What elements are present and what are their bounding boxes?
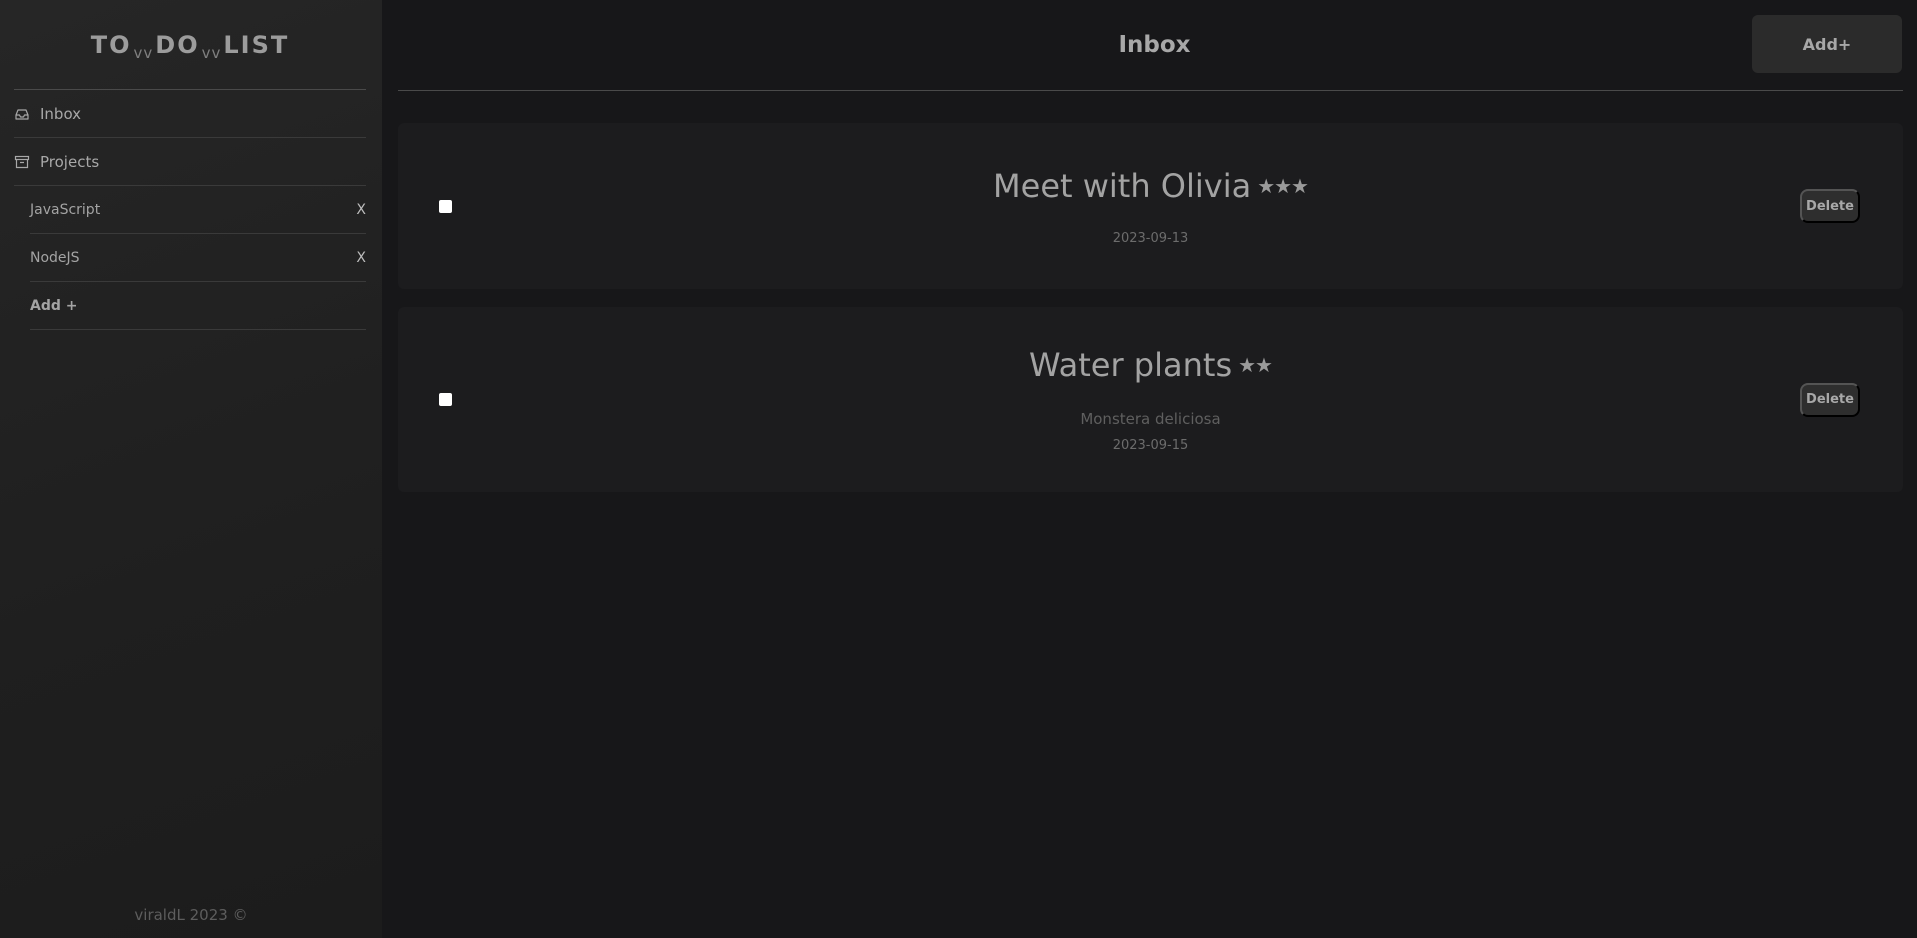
sidebar-item-label: Projects [40,152,100,171]
logo-text-to: TO [90,30,132,59]
main-content: Inbox Add+ Meet with Olivia ★★★ 2023-09-… [382,0,1917,938]
task-title-row: Water plants ★★ [1029,346,1273,384]
task-date: 2023-09-15 [1112,438,1189,453]
add-project-row: Add + [30,282,366,330]
task-card: Water plants ★★ Monstera deliciosa 2023-… [398,307,1903,492]
sidebar-item-label: Inbox [40,104,82,123]
project-name: NodeJS [30,249,80,266]
task-body: Meet with Olivia ★★★ 2023-09-13 [398,167,1903,246]
task-checkbox[interactable] [439,393,452,406]
task-title-row: Meet with Olivia ★★★ [993,166,1309,205]
delete-project-button[interactable]: X [356,250,366,266]
logo-text-list: LIST [223,30,290,59]
task-title: Water plants [1029,346,1233,384]
add-project-button[interactable]: Add + [30,298,77,314]
project-item-javascript[interactable]: JavaScript X [30,186,366,234]
logo-separator: vv [201,43,222,62]
task-checkbox[interactable] [439,199,452,213]
task-description: Monstera deliciosa [1080,410,1221,428]
app-logo: TO vv DO vv LIST [14,0,366,90]
delete-task-button[interactable]: Delete [1800,189,1860,223]
sidebar-item-projects[interactable]: Projects [14,138,366,186]
app: TO vv DO vv LIST Inbox Projects JavaScript X… [0,0,1917,938]
page-title: Inbox [1118,32,1191,58]
delete-task-button[interactable]: Delete [1800,382,1860,417]
star-icon: ★★ [1238,353,1273,377]
sidebar-item-inbox[interactable]: Inbox [14,90,366,138]
logo-text-do: DO [155,30,200,59]
project-item-nodejs[interactable]: NodeJS X [30,234,366,282]
star-icon: ★★★ [1257,173,1309,198]
add-task-button[interactable]: Add+ [1752,15,1902,73]
project-list: JavaScript X NodeJS X Add + [30,186,366,330]
task-title: Meet with Olivia [993,166,1252,205]
inbox-icon [14,107,30,121]
task-card: Meet with Olivia ★★★ 2023-09-13 Delete [398,123,1903,289]
header: Inbox Add+ [398,0,1903,91]
sidebar: TO vv DO vv LIST Inbox Projects JavaScript X… [0,0,382,938]
task-body: Water plants ★★ Monstera deliciosa 2023-… [398,346,1903,453]
footer-copyright: viraldL 2023 © [134,906,248,924]
project-name: JavaScript [30,201,101,218]
task-date: 2023-09-13 [1112,230,1189,246]
archive-icon [14,155,30,169]
logo-separator: vv [133,43,154,62]
delete-project-button[interactable]: X [356,202,366,218]
